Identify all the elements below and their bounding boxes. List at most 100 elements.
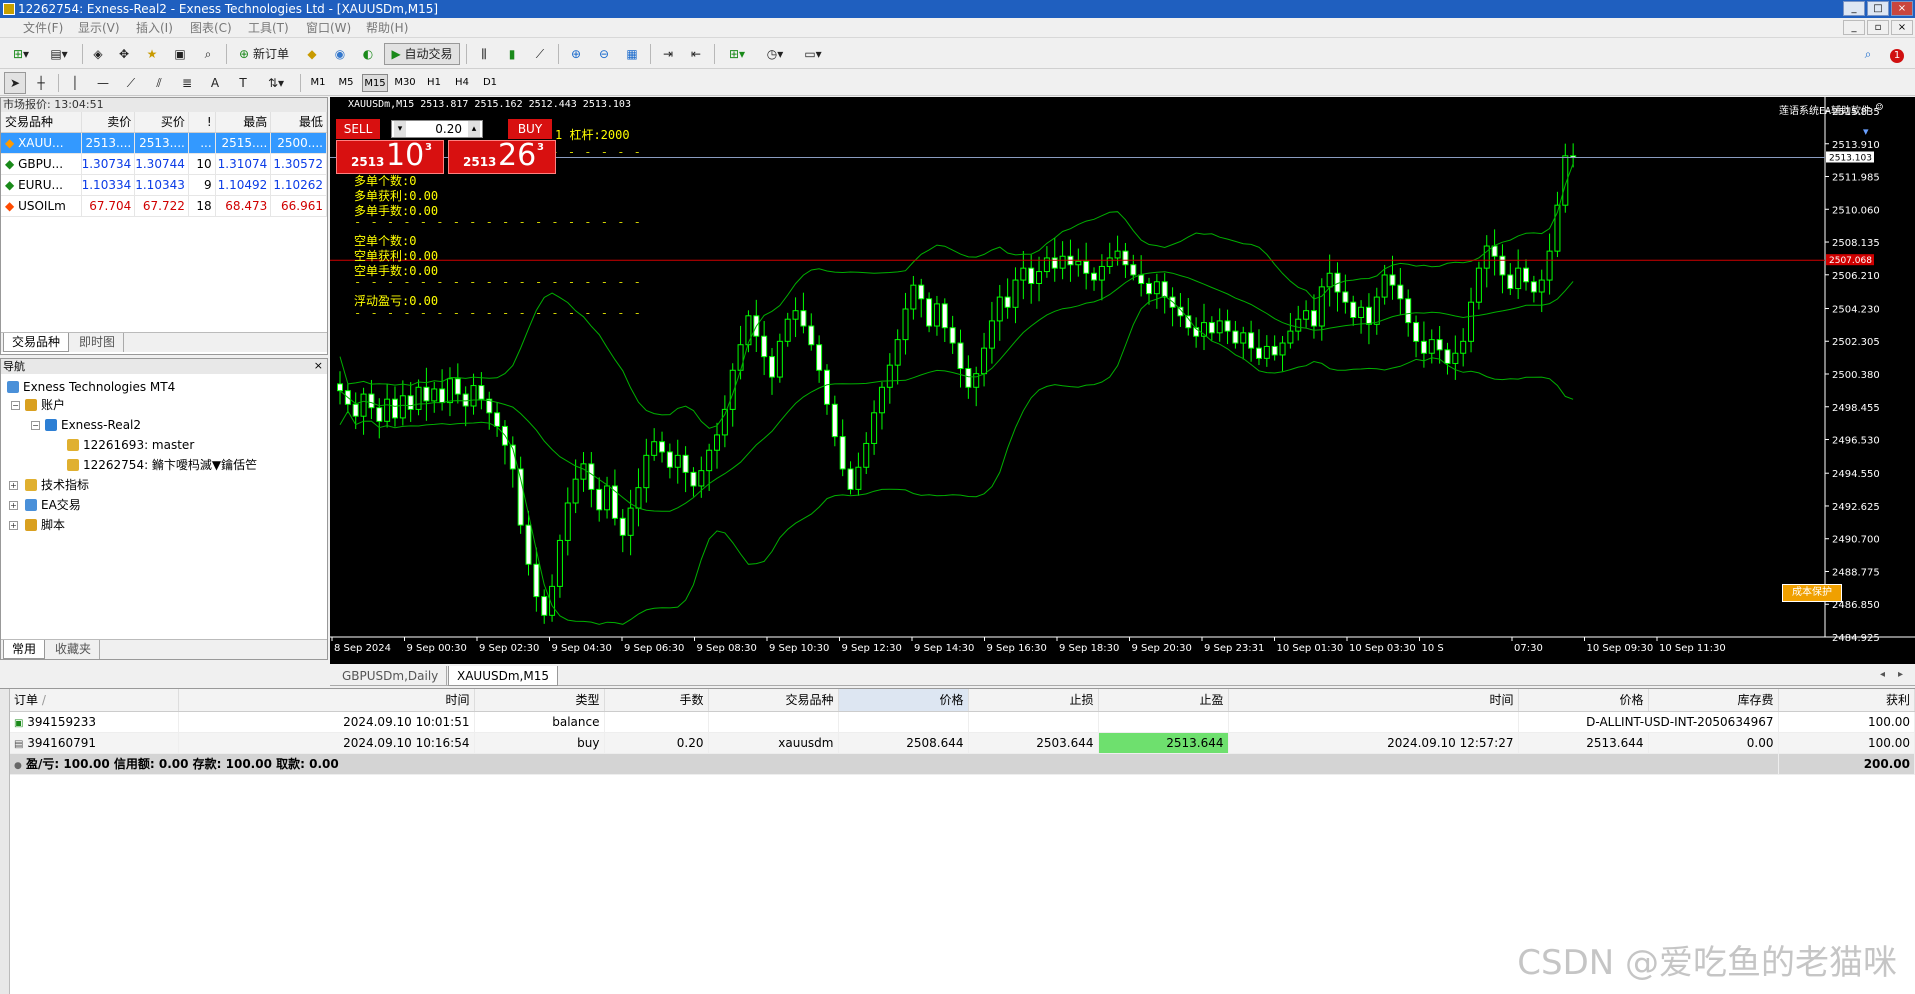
data-window-icon[interactable]: ✥	[112, 43, 136, 65]
periods-icon[interactable]: ◷▾	[758, 43, 792, 65]
expand-icon[interactable]: +	[9, 501, 18, 510]
tab-xauusd-m15[interactable]: XAUUSDm,M15	[448, 666, 558, 686]
indicators-icon[interactable]: ⊞▾	[720, 43, 754, 65]
col-close-time[interactable]: 时间	[1228, 689, 1519, 712]
timeframe-m1[interactable]: M1	[306, 74, 330, 92]
col-spread[interactable]: !	[188, 112, 216, 133]
tree-ea[interactable]: EA交易	[25, 497, 81, 513]
text-label-icon[interactable]: T	[232, 72, 254, 94]
symbol-row[interactable]: ◆ XAUU... 2513.... 2513.... ... 2515....…	[1, 132, 327, 154]
crosshair-icon[interactable]: ┼	[30, 72, 52, 94]
options-icon[interactable]: ◉	[328, 43, 352, 65]
tab-scroll-right-icon[interactable]: ▸	[1898, 669, 1903, 680]
tree-indicators[interactable]: 技术指标	[25, 477, 89, 493]
col-symbol[interactable]: 交易品种	[1, 112, 82, 133]
tile-windows-icon[interactable]: ▦	[620, 43, 644, 65]
tab-tick-chart[interactable]: 即时图	[71, 333, 125, 352]
col-profit[interactable]: 获利	[1778, 689, 1915, 712]
new-chart-icon[interactable]: ⊞▾	[4, 43, 38, 65]
tree-account[interactable]: 12262754: 鏅卞噯杩滅▼鑰佸笀	[67, 457, 257, 473]
tester-icon[interactable]: ⌕	[196, 43, 220, 65]
signals-icon[interactable]: ◐	[356, 43, 380, 65]
autoscroll-icon[interactable]: ⇥	[656, 43, 680, 65]
navigator-close-icon[interactable]: ×	[314, 359, 323, 372]
collapse-icon[interactable]: −	[31, 421, 40, 430]
col-time[interactable]: 时间	[178, 689, 475, 712]
col-bid[interactable]: 卖价	[81, 112, 136, 133]
timeframe-d1[interactable]: D1	[478, 74, 502, 92]
profiles-icon[interactable]: ▤▾	[42, 43, 76, 65]
timeframe-h4[interactable]: H4	[450, 74, 474, 92]
col-price[interactable]: 价格	[838, 689, 969, 712]
channel-icon[interactable]: ⫽	[148, 72, 170, 94]
col-order[interactable]: 订单 /	[10, 689, 179, 712]
child-close-button[interactable]: ×	[1891, 20, 1913, 35]
fibonacci-icon[interactable]: ≣	[176, 72, 198, 94]
zoom-in-icon[interactable]: ⊕	[564, 43, 588, 65]
tab-gbpusd-daily[interactable]: GBPUSDm,Daily	[334, 666, 448, 686]
col-swap[interactable]: 库存费	[1648, 689, 1779, 712]
buy-button[interactable]: BUY	[508, 119, 552, 139]
child-minimize-button[interactable]: _	[1843, 20, 1865, 35]
tab-symbols[interactable]: 交易品种	[3, 333, 70, 352]
minimize-button[interactable]: _	[1843, 1, 1865, 16]
lots-input[interactable]: ▾ 0.20 ▴	[391, 120, 483, 138]
expand-icon[interactable]: +	[9, 481, 18, 490]
tree-scripts[interactable]: 脚本	[25, 517, 65, 533]
bar-chart-icon[interactable]: ⫼	[472, 43, 496, 65]
metaeditor-icon[interactable]: ◆	[300, 43, 324, 65]
trendline-icon[interactable]: ⟋	[120, 72, 142, 94]
symbol-row[interactable]: ◆ EURU... 1.10334 1.10343 9 1.10492 1.10…	[1, 174, 327, 196]
col-lots[interactable]: 手数	[604, 689, 709, 712]
collapse-icon[interactable]: −	[11, 401, 20, 410]
tree-account[interactable]: 12261693: master	[67, 437, 194, 453]
auto-trading-button[interactable]: ▶ 自动交易	[384, 43, 460, 65]
menu-help[interactable]: 帮助(H)	[366, 20, 408, 36]
price-chart[interactable]: 2515.8352513.9102511.9852510.0602508.135…	[330, 97, 1915, 664]
symbol-row[interactable]: ◆ USOILm 67.704 67.722 18 68.473 66.961	[1, 195, 327, 217]
table-row[interactable]: ▣ 394159233 2024.09.10 10:01:51 balance …	[10, 711, 1915, 733]
tab-favorites[interactable]: 收藏夹	[47, 640, 101, 659]
menu-view[interactable]: 显示(V)	[78, 20, 120, 36]
market-watch-icon[interactable]: ◈	[86, 43, 110, 65]
timeframe-m5[interactable]: M5	[334, 74, 358, 92]
sell-button[interactable]: SELL	[336, 119, 380, 139]
tree-accounts[interactable]: 账户	[25, 397, 65, 413]
chart-window[interactable]: 2515.835 2513.910 2511.985 2510.060 2508.135…	[330, 97, 1915, 664]
sell-price-button[interactable]: 2513 10 3	[336, 138, 444, 174]
timeframe-m15[interactable]: M15	[362, 74, 388, 92]
col-type[interactable]: 类型	[474, 689, 605, 712]
terminal-icon[interactable]: ▣	[168, 43, 192, 65]
arrows-icon[interactable]: ⇅▾	[260, 72, 292, 94]
cost-protect-button[interactable]: 成本保护	[1782, 584, 1842, 602]
chart-shift-icon[interactable]: ⇤	[684, 43, 708, 65]
menu-file[interactable]: 文件(F)	[23, 20, 63, 36]
lots-increase-icon[interactable]: ▴	[468, 121, 480, 137]
navigator-icon[interactable]: ★	[140, 43, 164, 65]
horizontal-line-icon[interactable]: —	[92, 72, 114, 94]
tab-common[interactable]: 常用	[3, 640, 46, 659]
notifications-icon[interactable]: 1	[1884, 43, 1910, 65]
child-restore-button[interactable]: ▫	[1867, 20, 1889, 35]
col-sl[interactable]: 止损	[968, 689, 1099, 712]
menu-insert[interactable]: 插入(I)	[136, 20, 173, 36]
templates-icon[interactable]: ▭▾	[796, 43, 830, 65]
new-order-button[interactable]: ⊕ 新订单	[232, 43, 296, 65]
col-low[interactable]: 最低	[270, 112, 327, 133]
col-symbol[interactable]: 交易品种	[708, 689, 839, 712]
menu-window[interactable]: 窗口(W)	[306, 20, 351, 36]
menu-tools[interactable]: 工具(T)	[248, 20, 289, 36]
expand-icon[interactable]: +	[9, 521, 18, 530]
tree-server[interactable]: Exness-Real2	[45, 417, 141, 433]
line-chart-icon[interactable]: ⟋	[528, 43, 552, 65]
table-row[interactable]: ▤ 394160791 2024.09.10 10:16:54 buy 0.20…	[10, 732, 1915, 754]
search-icon[interactable]: ⌕	[1856, 43, 1880, 65]
col-tp[interactable]: 止盈	[1098, 689, 1229, 712]
zoom-out-icon[interactable]: ⊖	[592, 43, 616, 65]
timeframe-m30[interactable]: M30	[392, 74, 418, 92]
tree-root[interactable]: Exness Technologies MT4	[7, 379, 175, 395]
col-high[interactable]: 最高	[215, 112, 272, 133]
candlestick-icon[interactable]: ▮	[500, 43, 524, 65]
cursor-icon[interactable]: ➤	[4, 72, 26, 94]
col-close-price[interactable]: 价格	[1518, 689, 1649, 712]
